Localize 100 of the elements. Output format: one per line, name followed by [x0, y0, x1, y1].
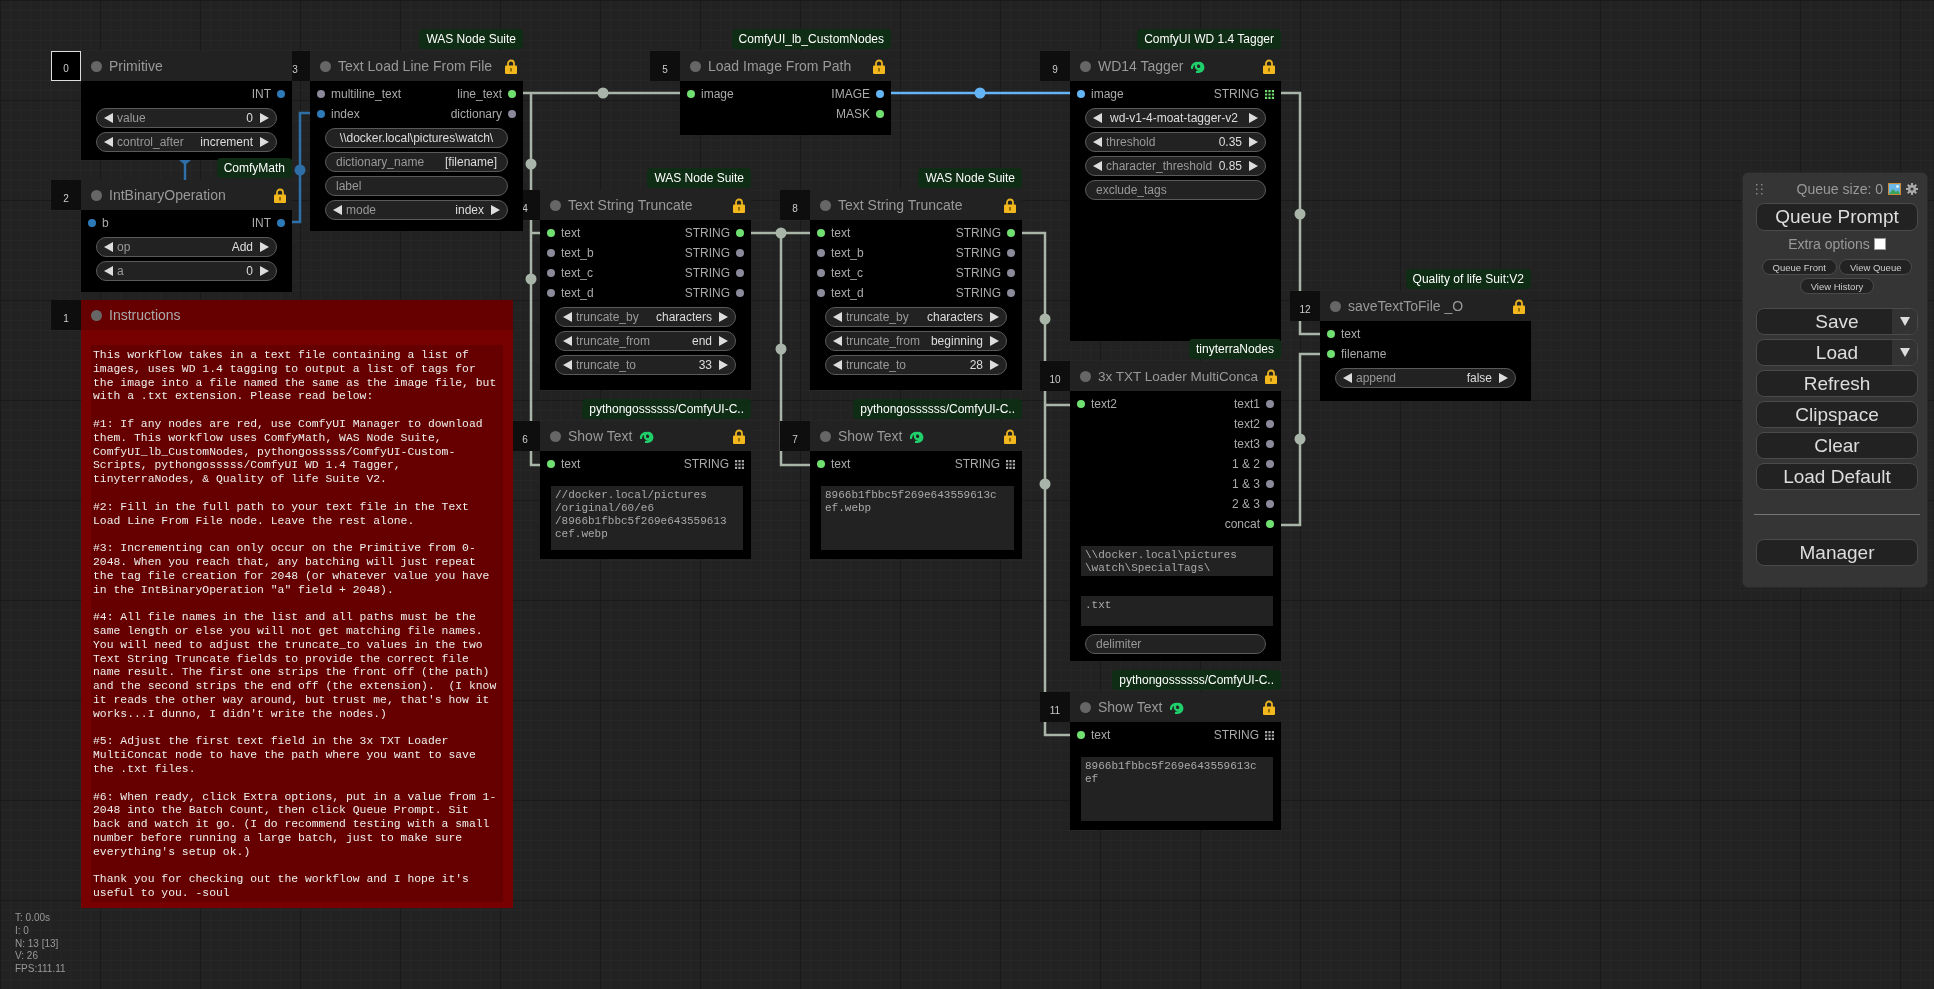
arrow-right-icon[interactable]	[1249, 137, 1258, 147]
arrow-right-icon[interactable]	[260, 113, 269, 123]
text-field[interactable]: label	[325, 176, 508, 196]
text-area[interactable]: 8966b1fbbc5f269e643559613c ef.webp	[821, 486, 1014, 550]
arrow-left-icon[interactable]	[333, 205, 342, 215]
lock-icon[interactable]	[274, 187, 286, 203]
input-socket-icon[interactable]	[317, 90, 325, 98]
input-socket-icon[interactable]	[1077, 400, 1085, 408]
output-socket-icon[interactable]	[1007, 269, 1015, 277]
collapse-dot-icon[interactable]	[550, 430, 561, 442]
arrow-left-icon[interactable]	[1093, 137, 1102, 147]
arrow-left-icon[interactable]	[1093, 161, 1102, 171]
small-button[interactable]: View History	[1799, 278, 1875, 294]
caret-down-icon[interactable]	[1899, 348, 1910, 357]
arrow-right-icon[interactable]	[719, 336, 728, 346]
combo-field[interactable]: character_threshold 0.85	[1085, 156, 1266, 176]
lock-icon[interactable]	[733, 197, 745, 213]
arrow-left-icon[interactable]	[563, 312, 572, 322]
input-socket-icon[interactable]	[687, 90, 695, 98]
output-socket-icon[interactable]	[1266, 420, 1274, 428]
settings-icon[interactable]	[1906, 183, 1918, 195]
combo-field[interactable]: wd-v1-4-moat-tagger-v2	[1085, 108, 1266, 128]
node-title-bar[interactable]: Text String Truncate	[540, 190, 751, 220]
output-socket-icon[interactable]	[736, 249, 744, 257]
small-button[interactable]: View Queue	[1838, 259, 1913, 275]
arrow-right-icon[interactable]	[990, 312, 999, 322]
node-title-bar[interactable]: IntBinaryOperation	[81, 180, 292, 210]
output-socket-icon[interactable]	[508, 90, 516, 98]
output-socket-icon[interactable]	[1007, 289, 1015, 297]
drag-handle-icon[interactable]	[1756, 183, 1763, 195]
arrow-left-icon[interactable]	[563, 336, 572, 346]
text-area[interactable]: 8966b1fbbc5f269e643559613c ef	[1081, 757, 1273, 821]
combo-field[interactable]: truncate_to 28	[825, 355, 1007, 375]
collapse-dot-icon[interactable]	[1330, 300, 1341, 312]
text-area[interactable]: \\docker.local\pictures \watch\SpecialTags\	[1081, 546, 1273, 576]
arrow-left-icon[interactable]	[1093, 113, 1102, 123]
arrow-left-icon[interactable]	[833, 312, 842, 322]
combo-field[interactable]: truncate_from end	[555, 331, 736, 351]
input-socket-icon[interactable]	[817, 249, 825, 257]
menu-button[interactable]: Save	[1756, 308, 1918, 335]
node-title-bar[interactable]: Text String Truncate	[810, 190, 1022, 220]
arrow-left-icon[interactable]	[563, 360, 572, 370]
collapse-dot-icon[interactable]	[91, 60, 102, 72]
arrow-right-icon[interactable]	[990, 360, 999, 370]
output-socket-icon[interactable]	[1266, 520, 1274, 528]
collapse-dot-icon[interactable]	[820, 430, 831, 442]
arrow-right-icon[interactable]	[719, 360, 728, 370]
collapse-dot-icon[interactable]	[820, 199, 831, 211]
node-title-bar[interactable]: Text Load Line From File	[310, 51, 523, 81]
small-button[interactable]: Queue Front	[1761, 259, 1837, 275]
text-area[interactable]: This workflow takes in a text file containing a list of images, uses WD 1.4 tagging to output a list of tags for the image into a file named the same as the image file, but with a .txt extension. Please read below: #1: If any nodes are red, use ComfyUI Manager to download them. This workflow uses ComfyMath, WAS Node Suite, ComfyUI_lb_CustomNodes, pythongosssss/ComfyUI-Custom-Scripts, pythongosssss/ComfyUI WD 1.4 Tagger, tinyterraNodes, & Quality of life Suite V2. #2: Fill in the full path to your text file in the Text Load Line From File node. Leave the rest alone. #3: Incrementing can only occur on the Primitive from 0-2048. When you reach that, any batching will just repeat the tag file creation for 2048 (or whatever value you have in the IntBinaryOperation "a" field + 2048). #4: All file names in the list and all paths must be the same length or else you will not get matching file names. You will need to adjust the truncate_to values in the two Text String Truncate fields to provide the correct file name result. The first one strips the front off (the path) and the second strips the end off (the extension). (I know it reads the other way around, but trust me, that's how it works...I dunno, I didn't write the nodes.) #5: Adjust the first text field in the 3x TXT Loader MultiConcat node to have the path where you want to save the .txt files. #6: When ready, click Extra options, put in a value from 1-2048 into the Batch Count, then click Queue Prompt. Sit back and watch it go. (I do recommend testing with a small number before running a large batch, just to make sure everything's setup ok.) Thank you for checking out the workflow and I hope it's useful to you. -soul	[91, 345, 503, 902]
input-socket-icon[interactable]	[547, 229, 555, 237]
lock-icon[interactable]	[1263, 58, 1275, 74]
combo-field[interactable]: value 0	[96, 108, 277, 128]
collapse-dot-icon[interactable]	[91, 309, 102, 321]
output-socket-icon[interactable]	[736, 229, 744, 237]
input-socket-icon[interactable]	[817, 229, 825, 237]
text-field[interactable]: exclude_tags	[1085, 180, 1266, 200]
output-socket-icon[interactable]	[1266, 460, 1274, 468]
combo-field[interactable]: truncate_to 33	[555, 355, 736, 375]
arrow-right-icon[interactable]	[260, 242, 269, 252]
lock-icon[interactable]	[1004, 197, 1016, 213]
arrow-right-icon[interactable]	[719, 312, 728, 322]
combo-field[interactable]: truncate_by characters	[555, 307, 736, 327]
input-socket-icon[interactable]	[1077, 731, 1085, 739]
collapse-dot-icon[interactable]	[1080, 60, 1091, 72]
arrow-right-icon[interactable]	[1249, 161, 1258, 171]
input-socket-icon[interactable]	[547, 460, 555, 468]
input-socket-icon[interactable]	[317, 110, 325, 118]
combo-field[interactable]: threshold 0.35	[1085, 132, 1266, 152]
combo-field[interactable]: append false	[1335, 368, 1516, 388]
input-socket-icon[interactable]	[1327, 330, 1335, 338]
menu-button[interactable]: Load Default	[1756, 463, 1918, 490]
collapse-dot-icon[interactable]	[1080, 370, 1091, 382]
output-socket-icon[interactable]	[1266, 500, 1274, 508]
output-socket-icon[interactable]	[1266, 480, 1274, 488]
checkbox[interactable]	[1873, 238, 1886, 250]
lock-icon[interactable]	[1513, 298, 1525, 314]
arrow-right-icon[interactable]	[990, 336, 999, 346]
input-socket-icon[interactable]	[547, 289, 555, 297]
text-field[interactable]: dictionary_name [filename]	[325, 152, 508, 172]
node-title-bar[interactable]: 3x TXT Loader MultiConca	[1070, 361, 1281, 391]
output-socket-icon[interactable]	[1007, 249, 1015, 257]
menu-button[interactable]: Load	[1756, 339, 1918, 366]
output-socket-icon[interactable]	[736, 289, 744, 297]
arrow-left-icon[interactable]	[104, 266, 113, 276]
input-socket-icon[interactable]	[1327, 350, 1335, 358]
output-socket-icon[interactable]	[736, 269, 744, 277]
menu-button[interactable]: Clipspace	[1756, 401, 1918, 428]
input-socket-icon[interactable]	[817, 269, 825, 277]
text-area[interactable]: //docker.local/pictures /original/60/e6 /8966b1fbbc5f269e643559613 cef.webp	[551, 486, 743, 550]
list-socket-icon[interactable]	[1006, 459, 1015, 469]
combo-field[interactable]: control_after increment	[96, 132, 277, 152]
input-socket-icon[interactable]	[547, 249, 555, 257]
lock-icon[interactable]	[505, 58, 517, 74]
output-socket-icon[interactable]	[1007, 229, 1015, 237]
text-field[interactable]: delimiter	[1085, 634, 1266, 654]
node-title-bar[interactable]: Primitive	[81, 51, 292, 81]
node-title-bar[interactable]: Load Image From Path	[680, 51, 891, 81]
node-title-bar[interactable]: Show Text	[1070, 692, 1281, 722]
